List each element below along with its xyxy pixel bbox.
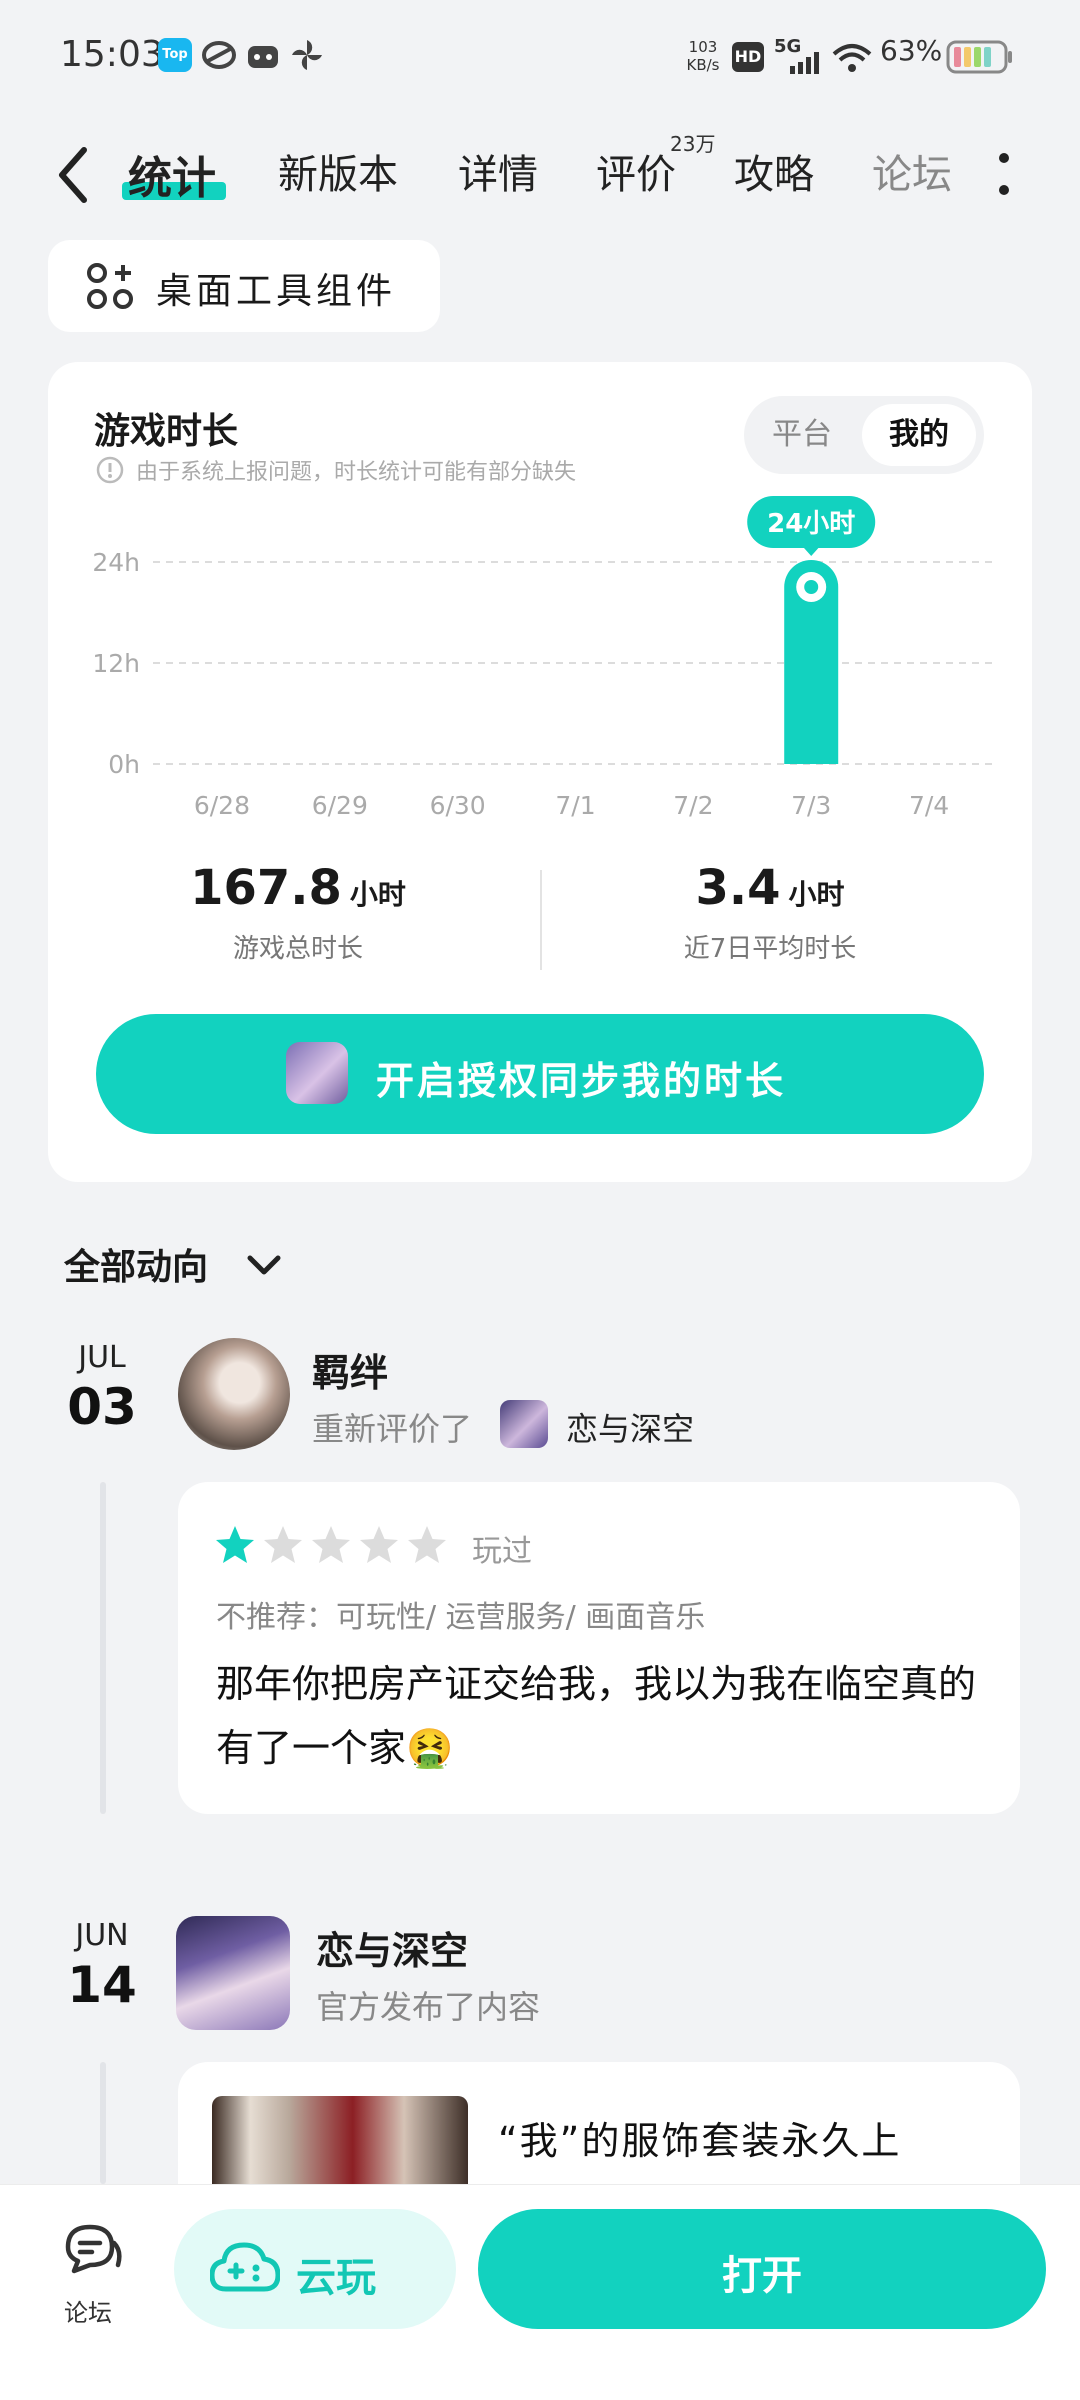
cloud-play-button[interactable]: 云玩 — [174, 2209, 456, 2329]
tab-stats[interactable]: 统计 — [128, 142, 216, 206]
segment-platform[interactable]: 平台 — [752, 404, 852, 466]
publisher-name[interactable]: 恋与深空 — [316, 1920, 468, 1975]
game-time-chart: 24h 12h 0h 6/28 6/29 6/30 7/1 7/2 7/3 7/4 24小时 — [92, 496, 994, 820]
game-time-note: 由于系统上报问题，时长统计可能有部分缺失 — [136, 460, 577, 485]
game-mini-icon — [500, 1400, 548, 1448]
app-notification-icon: Top — [158, 38, 192, 72]
tab-new-version[interactable]: 新版本 — [278, 142, 398, 200]
sync-time-button[interactable]: 开启授权同步我的时长 — [96, 1014, 984, 1134]
bottom-action-bar: 论坛 云玩 打开 — [0, 2184, 1080, 2400]
review-text: 那年你把房产证交给我，我以为我在临空真的有了一个家🤮 — [216, 1662, 977, 1770]
user-avatar[interactable] — [178, 1338, 290, 1450]
stats-divider — [540, 870, 542, 970]
battery-icon — [946, 40, 1012, 74]
bar-top-marker-dot — [804, 580, 819, 594]
pinwheel-notification-icon — [292, 40, 322, 70]
x-tick-label: 6/30 — [430, 791, 486, 820]
activity-day: 03 — [67, 1378, 137, 1436]
wifi-icon — [832, 44, 872, 72]
highlight-bubble-pointer — [802, 546, 821, 556]
cell-signal-icon — [790, 52, 819, 74]
x-tick-label: 7/4 — [909, 791, 949, 820]
x-tick-label: 7/3 — [791, 791, 831, 820]
platform-mine-toggle: 平台 我的 — [744, 396, 984, 474]
widget-grid-icon — [87, 263, 133, 309]
x-tick-label: 6/28 — [194, 791, 250, 820]
desktop-widget-button[interactable]: 桌面工具组件 — [48, 240, 440, 332]
reviews-count-badge: 23万 — [670, 132, 716, 156]
sync-time-label: 开启授权同步我的时长 — [376, 1059, 787, 1103]
y-tick-label: 24h — [92, 548, 140, 577]
activity-action: 官方发布了内容 — [316, 1988, 541, 2026]
info-icon — [96, 456, 124, 484]
top-nav: 统计 新版本 详情 评价 23万 攻略 论坛 — [0, 120, 1080, 230]
more-options-icon[interactable] — [998, 146, 1010, 206]
timeline-line — [100, 1482, 106, 1814]
desktop-widget-label: 桌面工具组件 — [156, 271, 397, 312]
status-bar: 15:03 Top 103 KB/s HD 5G 63% — [0, 0, 1080, 110]
y-tick-label: 0h — [108, 750, 140, 779]
tab-guides[interactable]: 攻略 — [734, 142, 814, 200]
activity-filter-label[interactable]: 全部动向 — [64, 1238, 208, 1290]
x-tick-label: 7/2 — [673, 791, 713, 820]
star-icon — [264, 1526, 302, 1563]
timeline-line — [100, 2062, 106, 2184]
cloud-play-label: 云玩 — [296, 2255, 376, 2301]
activity-month: JUN — [75, 1918, 129, 1953]
activity-action: 重新评价了 — [312, 1410, 473, 1448]
hd-icon: HD — [732, 42, 764, 72]
tab-forum[interactable]: 论坛 — [872, 142, 952, 200]
chevron-down-icon[interactable] — [244, 1250, 284, 1280]
network-speed: 103 KB/s — [686, 38, 720, 74]
user-name[interactable]: 羁绊 — [312, 1342, 388, 1397]
game-time-card: 游戏时长 由于系统上报问题，时长统计可能有部分缺失 平台 我的 24h 12h 0h… — [48, 362, 1032, 1182]
review-tags: 不推荐：可玩性/ 运营服务/ 画面音乐 — [216, 1600, 706, 1635]
x-tick-label: 7/1 — [555, 791, 595, 820]
y-tick-label: 12h — [92, 649, 140, 678]
star-icon — [312, 1526, 350, 1563]
game-time-title: 游戏时长 — [94, 411, 239, 452]
cloud-gamepad-icon — [210, 2242, 280, 2292]
game-notification-icon — [202, 41, 236, 69]
open-label: 打开 — [722, 2253, 802, 2299]
star-icon — [216, 1526, 254, 1563]
activity-month: JUL — [78, 1340, 126, 1375]
forum-label[interactable]: 论坛 — [64, 2293, 112, 2328]
post-title: “我”的服饰套装永久上 — [498, 2119, 902, 2163]
avg-time-label: 近7日平均时长 — [683, 934, 857, 964]
game-avatar[interactable] — [176, 1916, 290, 2030]
back-arrow-icon[interactable] — [50, 140, 100, 210]
forum-icon[interactable] — [62, 2221, 124, 2277]
activity-day: 14 — [67, 1956, 137, 2014]
total-time-label: 游戏总时长 — [232, 934, 363, 964]
game-avatar-thumbnail — [286, 1042, 348, 1104]
star-icon — [360, 1526, 398, 1563]
avg-time-value: 3.4 小时 — [695, 860, 845, 916]
tab-reviews[interactable]: 评价 — [596, 142, 676, 200]
star-icon — [408, 1526, 446, 1563]
played-status: 玩过 — [472, 1534, 532, 1569]
battery-percent: 63% — [880, 34, 943, 67]
status-time: 15:03 — [60, 34, 164, 75]
game-reference[interactable]: 恋与深空 — [566, 1404, 694, 1450]
tab-details[interactable]: 详情 — [458, 142, 538, 200]
open-button[interactable]: 打开 — [478, 2209, 1046, 2329]
x-tick-label: 6/29 — [312, 791, 368, 820]
controller-notification-icon — [248, 46, 278, 68]
review-card[interactable]: 玩过 不推荐：可玩性/ 运营服务/ 画面音乐 那年你把房产证交给我，我以为我在临… — [178, 1482, 1020, 1814]
highlight-label: 24小时 — [767, 509, 855, 539]
segment-mine[interactable]: 我的 — [862, 404, 976, 466]
total-time-value: 167.8 小时 — [190, 860, 406, 916]
